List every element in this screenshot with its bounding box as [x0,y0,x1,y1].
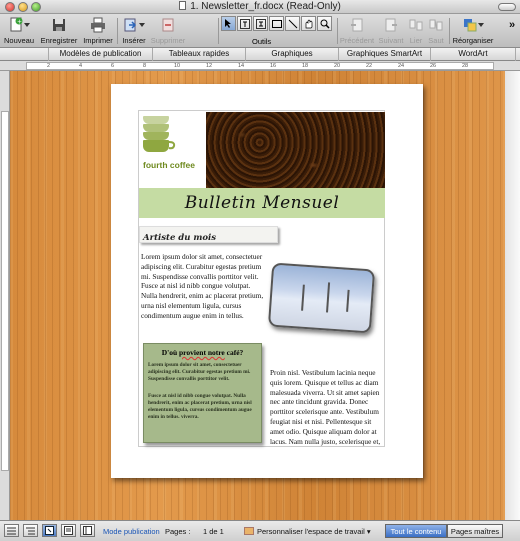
line-tool[interactable] [285,16,300,31]
coffee-beans-image[interactable] [206,112,385,188]
previous-icon [339,16,375,34]
vertical-scrollbar[interactable] [505,71,520,520]
publication-layout-view-button[interactable] [42,524,57,537]
workspace-icon [244,527,254,535]
delete-button[interactable]: Supprimer [149,16,187,45]
artist-heading-box[interactable]: Artiste du mois [139,226,278,243]
break-icon [426,16,446,34]
insert-page-icon [120,16,148,34]
cup-icon [143,140,169,152]
new-document-icon: + [3,16,35,34]
next-button[interactable]: Suivant [376,16,406,45]
save-icon [39,16,79,34]
view-mode-label: Mode publication [103,527,160,536]
select-arrow-tool[interactable] [221,16,236,31]
svg-text:+: + [17,19,22,26]
draft-view-icon [7,527,16,534]
notebook-layout-view-button[interactable] [80,524,95,537]
delete-page-icon [149,16,187,34]
status-bar: Mode publication Pages : 1 de 1 Personna… [0,520,520,541]
body-text-2[interactable]: Proin nisl. Vestibulum lacinia neque qui… [270,368,382,446]
horizontal-ruler[interactable]: 2 4 6 8 10 12 14 16 18 20 22 24 26 28 [0,61,520,71]
tools-label: Outils [252,37,272,46]
print-layout-view-button[interactable] [61,524,76,537]
double-chevron-icon: » [508,19,516,31]
toolbar-separator [218,18,219,44]
cup-icon [143,116,169,124]
artist-heading: Artiste du mois [143,233,217,243]
print-button[interactable]: Imprimer [81,16,115,45]
cup-handle-icon [168,141,176,150]
notebook-layout-icon [83,526,92,535]
rectangle-icon [271,19,282,28]
master-pages-tab[interactable]: Pages maîtres [447,524,503,538]
arrow-icon [225,19,231,28]
tab-charts[interactable]: Graphiques [245,48,338,61]
toolbar: + Nouveau Enregistrer Imprimer Insérer S… [0,14,520,48]
insert-button[interactable]: Insérer [120,16,148,45]
print-icon [81,16,115,34]
tab-smartart[interactable]: Graphiques SmartArt [338,48,430,61]
line-icon [288,19,297,28]
text-box-icon [239,18,250,29]
magnifier-icon [320,19,330,29]
winter-trees-photo[interactable] [267,262,376,334]
tab-quick-tables[interactable]: Tableaux rapides [152,48,245,61]
vertical-ruler[interactable] [0,71,10,520]
document-icon [179,1,187,10]
toolbar-separator [337,18,338,44]
pages-value: 1 de 1 [203,527,224,536]
hand-icon [305,19,312,28]
document-page[interactable]: fourth coffee Bulletin Mensuel Artiste d… [111,84,423,478]
toolbar-separator [449,18,450,44]
fourth-coffee-logo[interactable]: fourth coffee [139,112,205,188]
arrange-button[interactable]: Réorganiser [451,16,495,45]
pasteboard[interactable]: fourth coffee Bulletin Mensuel Artiste d… [10,71,520,520]
previous-button[interactable]: Précédent [339,16,375,45]
cup-icon [143,132,169,140]
break-button[interactable]: Saut [426,16,446,45]
save-button[interactable]: Enregistrer [39,16,79,45]
newsletter-banner[interactable]: Bulletin Mensuel [139,188,385,218]
new-button[interactable]: + Nouveau [3,16,35,45]
sidebar-paragraph-1: Lorem ipsum dolor sit amet, consectetuer… [148,362,251,382]
tab-wordart[interactable]: WordArt [430,48,516,61]
toolbar-overflow-button[interactable]: » [505,16,519,34]
rectangle-tool[interactable] [269,16,284,31]
outline-view-button[interactable] [23,524,38,537]
spelling-error-underline: provient notre [179,348,225,357]
tab-publication-templates[interactable]: Modèles de publication [48,48,152,61]
link-icon [407,16,425,34]
outline-view-icon [26,527,35,534]
next-icon [376,16,406,34]
cup-icon [143,124,169,132]
vertical-text-tool[interactable] [253,16,268,31]
hand-tool[interactable] [301,16,316,31]
title-bar: 1. Newsletter_fr.docx (Read-Only) [0,0,520,14]
vertical-text-icon [255,18,266,29]
body-text-1[interactable]: Lorem ipsum dolor sit amet, consectetuer… [141,252,266,321]
sidebar-paragraph-2: Fusce at nisl id nibb congue volutpat. N… [148,393,252,420]
link-button[interactable]: Lier [407,16,425,45]
draft-view-button[interactable] [4,524,19,537]
tools-group [221,16,333,31]
pages-label: Pages : [165,527,191,536]
toolbar-toggle-button[interactable] [498,3,516,11]
all-content-tab[interactable]: Tout le contenu [385,524,447,538]
zoom-tool[interactable] [317,16,332,31]
window-title: 1. Newsletter_fr.docx (Read-Only) [0,1,520,12]
elements-gallery: Modèles de publication Tableaux rapides … [0,48,520,61]
text-box-tool[interactable] [237,16,252,31]
sidebar-heading: D'où provient notre café? [161,348,244,357]
toolbar-separator [117,18,118,44]
sidebar-box[interactable]: D'où provient notre café? Lorem ipsum do… [143,343,262,443]
customize-workspace-menu[interactable]: Personnaliser l'espace de travail ▾ [257,527,371,536]
print-layout-icon [64,526,73,535]
arrange-icon [451,16,495,34]
logo-text: fourth coffee [143,160,195,170]
publication-layout-icon [45,526,54,535]
banner-title: Bulletin Mensuel [184,193,340,213]
